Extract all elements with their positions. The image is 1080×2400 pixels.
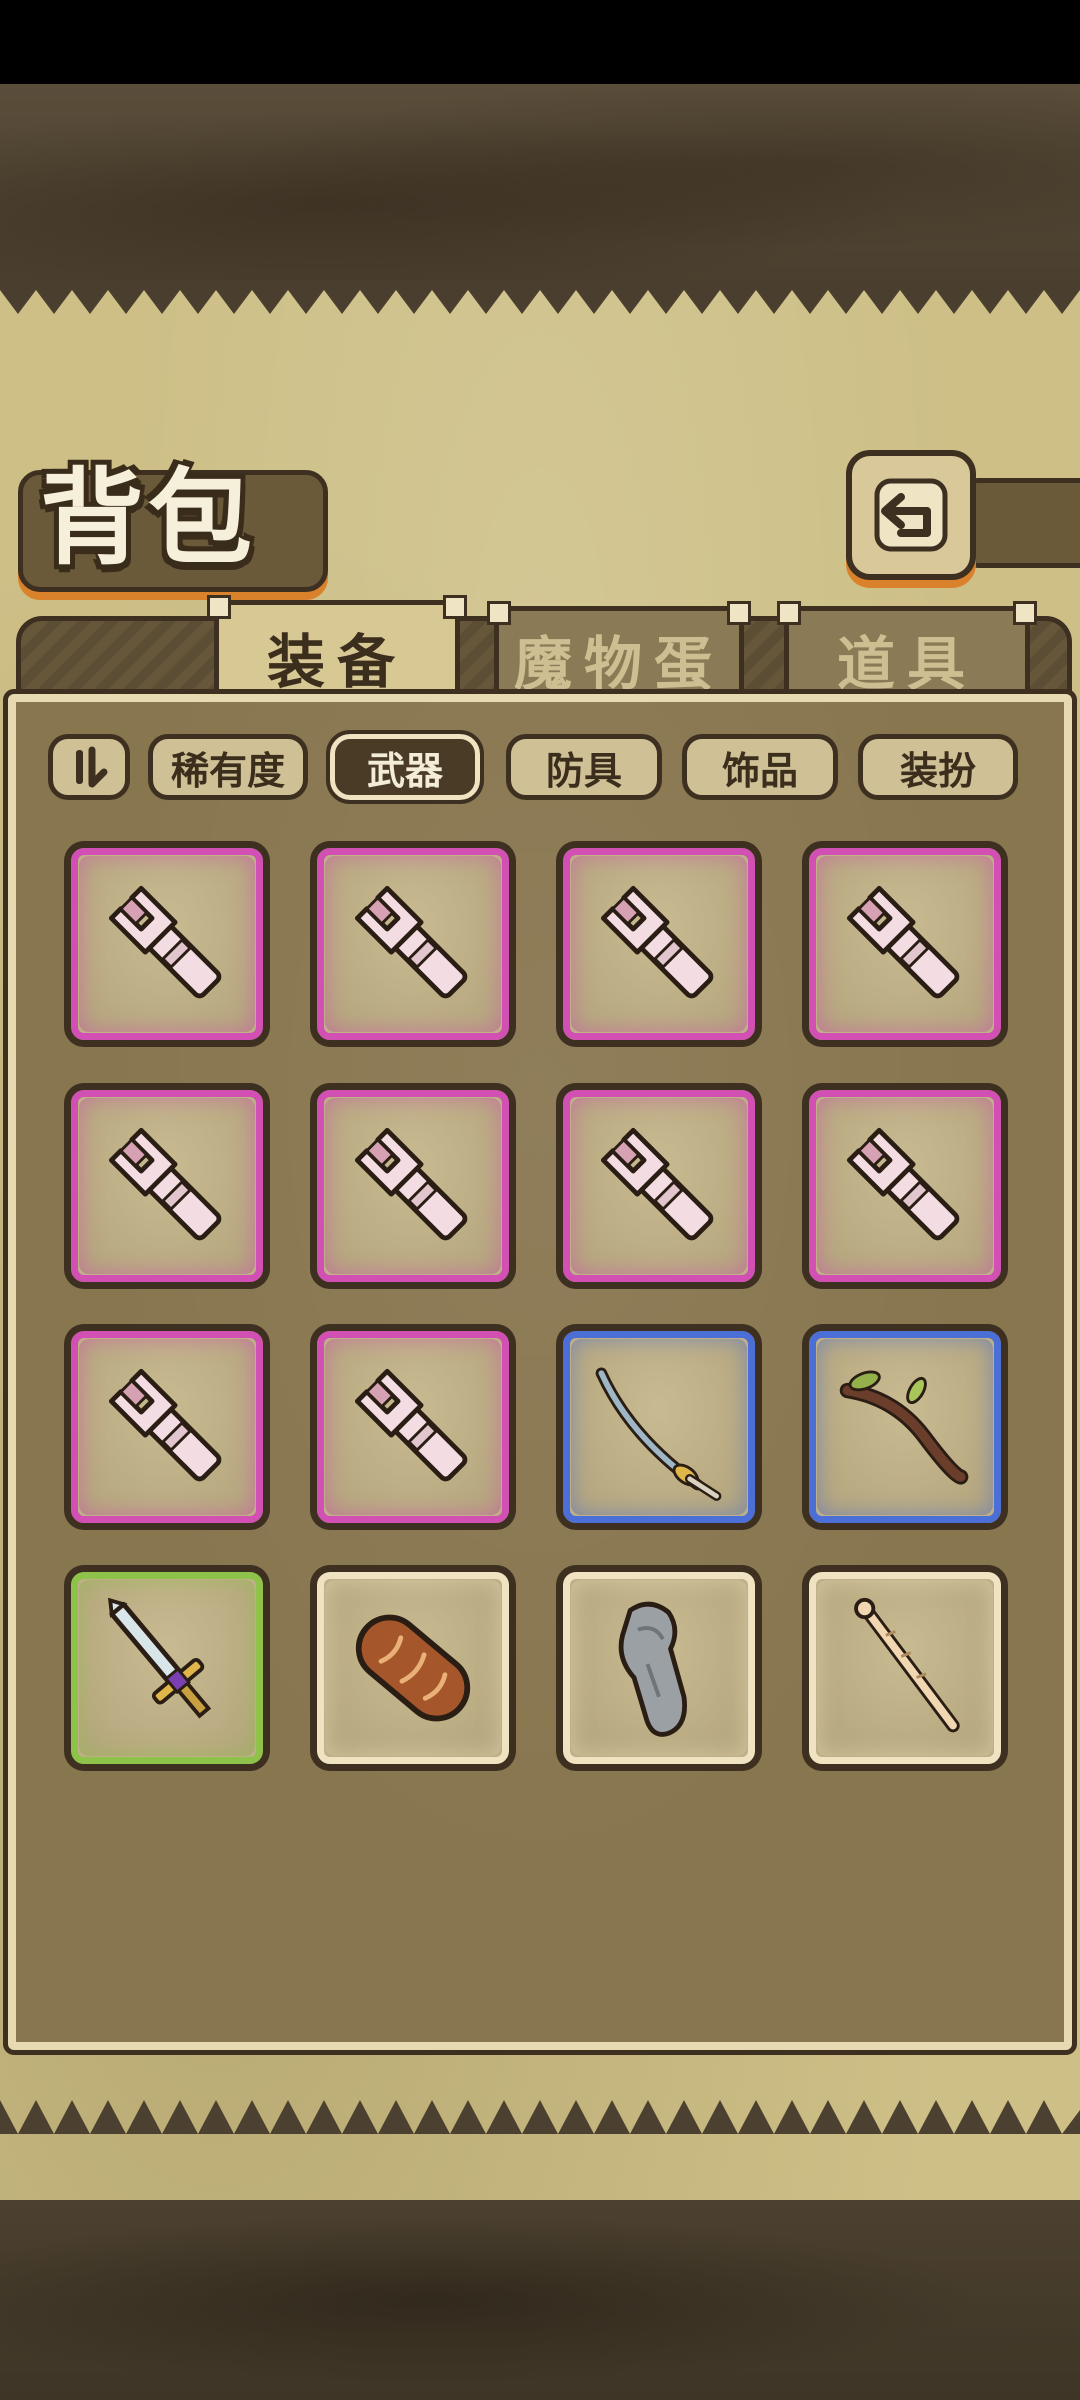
tab-items[interactable]: 道具 xyxy=(777,601,1037,707)
carved-wand-icon xyxy=(854,1597,960,1733)
tab-corner-stud xyxy=(727,601,751,625)
tab-corner-stud xyxy=(443,595,467,619)
wrench-icon xyxy=(600,885,714,999)
inventory-slot[interactable] xyxy=(558,1567,760,1769)
wrench-icon xyxy=(108,885,222,999)
filter-costume[interactable]: 装扮 xyxy=(858,734,1018,800)
inventory-slot[interactable] xyxy=(804,843,1006,1045)
wrench-icon xyxy=(846,1127,960,1241)
tab-monster-eggs[interactable]: 魔物蛋 xyxy=(487,601,751,707)
tab-equipment[interactable]: 装备 xyxy=(207,595,467,709)
wrench-icon xyxy=(354,1127,468,1241)
tab-corner-stud xyxy=(777,601,801,625)
inventory-slot[interactable] xyxy=(558,1085,760,1287)
page-title: 背包 xyxy=(40,456,257,579)
wrench-icon xyxy=(354,885,468,999)
wrench-icon xyxy=(846,885,960,999)
sort-toggle-button[interactable] xyxy=(48,734,130,800)
inventory-slot[interactable] xyxy=(66,1326,268,1528)
filter-accessory[interactable]: 饰品 xyxy=(682,734,838,800)
inventory-slot[interactable] xyxy=(66,843,268,1045)
tab-corner-stud xyxy=(487,601,511,625)
inventory-slot[interactable] xyxy=(66,1567,268,1769)
inventory-slot[interactable] xyxy=(804,1326,1006,1528)
tab-corner-stud xyxy=(207,595,231,619)
wrench-icon xyxy=(600,1127,714,1241)
filter-rarity[interactable]: 稀有度 xyxy=(148,734,308,800)
inventory-slot[interactable] xyxy=(558,843,760,1045)
wrench-icon xyxy=(354,1368,468,1482)
back-button[interactable] xyxy=(846,450,976,580)
sort-toggle-icon xyxy=(76,746,108,788)
back-bar-decoration xyxy=(960,478,1080,568)
filter-row: 稀有度 武器 防具 饰品 装扮 xyxy=(48,730,1032,806)
inventory-slot[interactable] xyxy=(804,1085,1006,1287)
broadsword-icon xyxy=(108,1597,212,1719)
inventory-slot[interactable] xyxy=(312,1085,514,1287)
zigzag-border-bottom xyxy=(0,2100,1080,2134)
tab-corner-stud xyxy=(1013,601,1037,625)
branch-staff-icon xyxy=(839,1370,969,1485)
map-background-bottom xyxy=(0,2200,1080,2400)
inventory-slot[interactable] xyxy=(312,1326,514,1528)
inventory-slot[interactable] xyxy=(804,1567,1006,1769)
stone-statue-icon xyxy=(618,1601,687,1737)
inventory-slot[interactable] xyxy=(66,1085,268,1287)
filter-armor[interactable]: 防具 xyxy=(506,734,662,800)
wrench-icon xyxy=(108,1368,222,1482)
map-background-top xyxy=(0,84,1080,284)
wrench-icon xyxy=(108,1127,222,1241)
zigzag-border-top xyxy=(0,280,1080,314)
status-bar xyxy=(0,0,1080,84)
back-arrow-icon xyxy=(874,478,948,552)
inventory-slot[interactable] xyxy=(312,843,514,1045)
bread-loaf-icon xyxy=(355,1614,471,1722)
inventory-slot[interactable] xyxy=(312,1567,514,1769)
katana-icon xyxy=(595,1367,722,1501)
filter-weapon[interactable]: 武器 xyxy=(326,730,484,804)
inventory-slot[interactable] xyxy=(558,1326,760,1528)
